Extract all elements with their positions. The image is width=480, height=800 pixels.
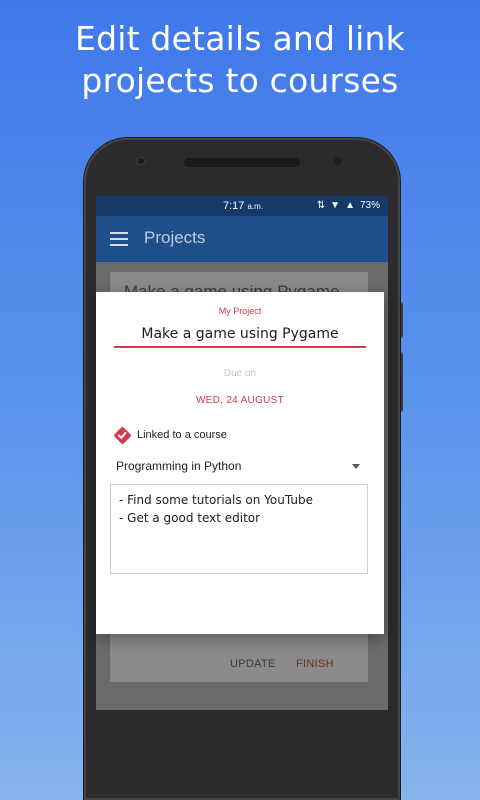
title-field-label: My Project <box>218 306 262 316</box>
checkbox-checked-icon[interactable] <box>113 425 132 445</box>
status-time: 7:17 a.m. <box>223 200 264 212</box>
app-bar: Projects <box>96 216 388 262</box>
finish-button[interactable]: FINISH <box>296 658 334 670</box>
due-date-picker[interactable]: WED, 24 AUGUST <box>96 395 384 406</box>
dropdown-arrow-icon[interactable] <box>352 464 360 469</box>
status-bar: 7:17 a.m. ⇅ ▼ ▲ 73% <box>96 196 388 216</box>
headline-line-1: Edit details and link <box>75 19 405 58</box>
course-dropdown-value: Programming in Python <box>116 459 242 473</box>
course-dropdown[interactable]: Programming in Python <box>116 456 360 476</box>
headline-line-2: projects to courses <box>81 61 399 100</box>
earpiece-speaker <box>184 158 300 167</box>
project-notes-input[interactable]: - Find some tutorials on YouTube - Get a… <box>110 484 368 574</box>
battery-level: 73% <box>359 200 380 211</box>
app-bar-title: Projects <box>144 228 206 247</box>
proximity-sensor <box>334 157 342 165</box>
project-title-input[interactable] <box>114 322 366 348</box>
linked-course-checkbox[interactable]: Linked to a course <box>113 425 227 445</box>
wifi-icon: ▼ <box>330 200 341 211</box>
due-date-label: Due on <box>223 368 257 379</box>
menu-icon[interactable] <box>110 232 128 246</box>
signal-icon: ▲ <box>345 200 355 211</box>
linked-course-label: Linked to a course <box>137 429 227 441</box>
front-camera <box>136 156 146 166</box>
edit-project-dialog: My Project Due on WED, 24 AUGUST Linked … <box>96 292 384 634</box>
promo-headline: Edit details and link projects to course… <box>0 18 480 102</box>
data-icon: ⇅ <box>316 200 326 211</box>
update-button[interactable]: UPDATE <box>230 658 276 670</box>
